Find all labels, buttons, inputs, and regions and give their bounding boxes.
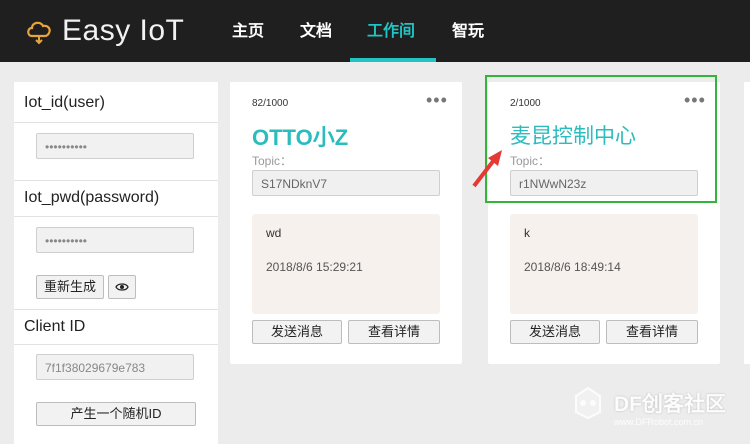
message-text: k — [524, 226, 530, 240]
robot-logo-icon — [575, 386, 601, 420]
iot-pwd-label: Iot_pwd(password) — [24, 189, 160, 206]
message-text: wd — [266, 226, 282, 240]
last-message: wd 2018/8/6 15:29:21 — [252, 214, 440, 314]
eye-icon — [115, 283, 129, 291]
nav-home[interactable]: 主页 — [232, 0, 264, 62]
cloud-icon — [27, 21, 51, 45]
nav-workspace[interactable]: 工作间 — [367, 0, 415, 62]
regenerate-button[interactable]: 重新生成 — [36, 275, 104, 299]
topic-field[interactable]: S17NDknV7 — [252, 170, 440, 196]
nav-play[interactable]: 智玩 — [452, 0, 484, 62]
divider — [14, 344, 218, 345]
iot-id-header: Iot_id(user) — [14, 82, 218, 123]
iot-pwd-field[interactable]: •••••••••• — [36, 227, 194, 253]
watermark-url: www.DFRobot.com.cn — [614, 417, 704, 427]
device-title: OTTO小Z — [252, 125, 349, 150]
message-time: 2018/8/6 18:49:14 — [524, 260, 621, 274]
app-logo[interactable]: Easy IoT — [24, 14, 184, 48]
view-details-button[interactable]: 查看详情 — [606, 320, 698, 344]
iot-id-section: •••••••••• — [14, 123, 218, 181]
more-options-icon[interactable]: ••• — [426, 90, 448, 111]
send-message-button[interactable]: 发送消息 — [510, 320, 600, 344]
device-card: 82/1000 ••• OTTO小Z Topic： S17NDknV7 wd 2… — [230, 82, 462, 364]
topic-label: Topic： — [252, 154, 293, 168]
client-id-section: Client ID 7f1f38029679e783 产生一个随机ID — [14, 310, 218, 444]
send-message-button[interactable]: 发送消息 — [252, 320, 342, 344]
highlight-box — [485, 75, 717, 203]
client-id-label: Client ID — [24, 318, 86, 335]
iot-id-label: Iot_id(user) — [24, 94, 105, 111]
iot-pwd-section: •••••••••• 重新生成 — [14, 217, 218, 310]
red-arrow-icon — [472, 150, 502, 188]
last-message: k 2018/8/6 18:49:14 — [510, 214, 698, 314]
device-card-partial — [744, 82, 750, 364]
active-tab-indicator — [350, 58, 436, 62]
watermark: DF创客社区 — [568, 386, 726, 420]
nav-docs[interactable]: 文档 — [300, 0, 332, 62]
message-time: 2018/8/6 15:29:21 — [266, 260, 363, 274]
message-count: 82/1000 — [252, 98, 289, 109]
top-navigation-bar: Easy IoT 主页 文档 工作间 智玩 — [0, 0, 750, 62]
iot-id-field[interactable]: •••••••••• — [36, 133, 194, 159]
iot-pwd-header: Iot_pwd(password) — [14, 181, 218, 217]
credentials-panel: Iot_id(user) •••••••••• Iot_pwd(password… — [14, 82, 218, 444]
view-details-button[interactable]: 查看详情 — [348, 320, 440, 344]
logo-text: Easy IoT — [62, 14, 185, 47]
random-id-button[interactable]: 产生一个随机ID — [36, 402, 196, 426]
show-password-button[interactable] — [108, 275, 136, 299]
client-id-field[interactable]: 7f1f38029679e783 — [36, 354, 194, 380]
watermark-text: DF创客社区 — [614, 393, 726, 416]
